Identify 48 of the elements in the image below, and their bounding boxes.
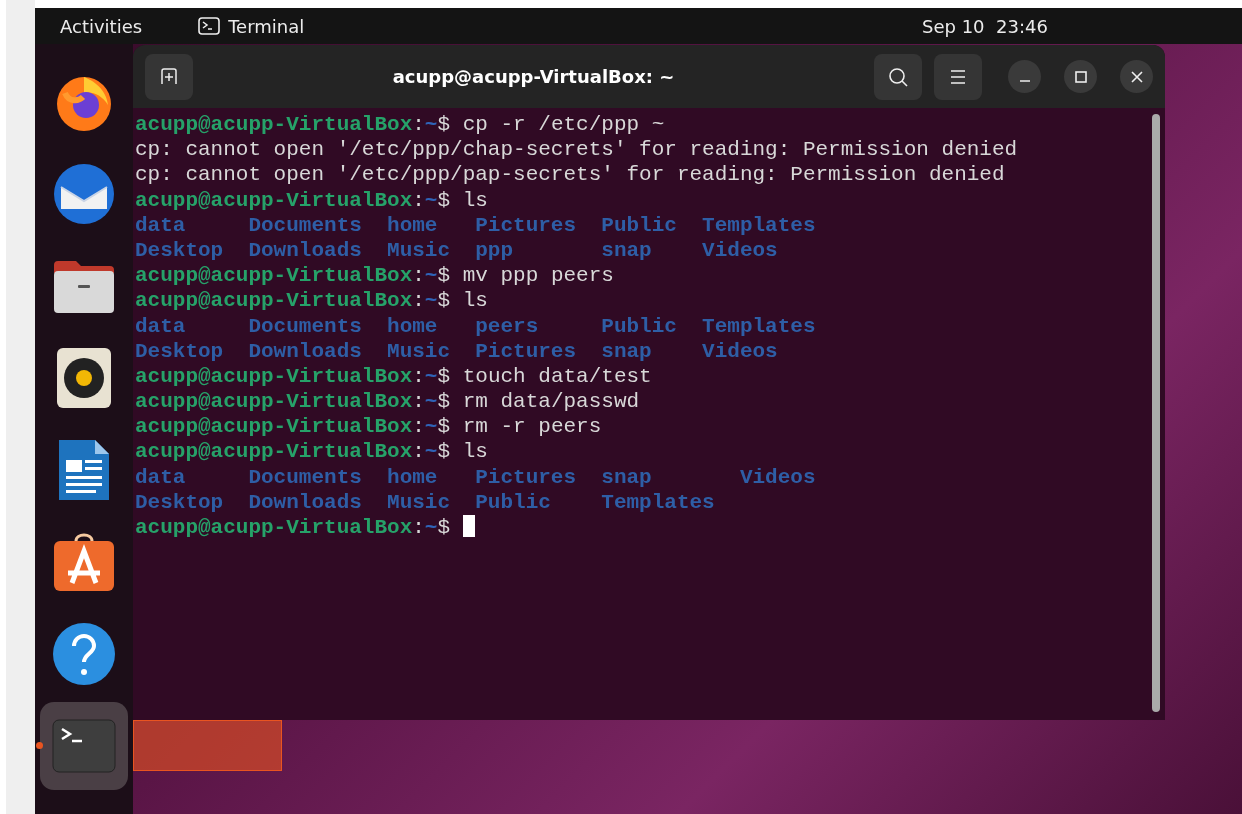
menu-icon	[949, 68, 967, 85]
close-button[interactable]	[1120, 60, 1153, 93]
help-app-icon[interactable]	[52, 622, 116, 686]
command-text: touch data/test	[462, 364, 652, 388]
directory-listing: Desktop Downloads Music Pictures snap Videos	[135, 339, 778, 363]
command-text: mv ppp peers	[462, 264, 614, 288]
directory-listing: data Documents home peers Public Templates	[135, 314, 816, 338]
directory-listing: Desktop Downloads Music ppp snap Videos	[135, 238, 778, 262]
clock[interactable]: Sep 10 23:46	[922, 12, 1048, 40]
shell-prompt: acupp@acupp-VirtualBox:~$	[135, 415, 451, 439]
output-text: cp: cannot open '/etc/ppp/pap-secrets' for reading: Permission denied	[135, 163, 1005, 187]
document-app-icon[interactable]	[57, 438, 111, 502]
menu-button[interactable]	[934, 53, 982, 100]
music-app-icon[interactable]	[56, 347, 112, 409]
command-text: ls	[462, 440, 488, 464]
maximize-button[interactable]	[1064, 60, 1097, 93]
store-app-icon[interactable]	[52, 531, 116, 593]
shell-prompt: acupp@acupp-VirtualBox:~$	[135, 440, 451, 464]
scrollbar[interactable]	[1152, 114, 1160, 712]
directory-listing: Desktop Downloads Music Public Templates	[135, 490, 715, 514]
app-menu[interactable]: Terminal	[198, 12, 305, 40]
search-button[interactable]	[874, 53, 922, 100]
shell-prompt: acupp@acupp-VirtualBox:~$	[135, 364, 451, 388]
command-text: cp -r /etc/ppp ~	[462, 113, 665, 136]
command-text: ls	[462, 188, 488, 212]
close-icon	[1130, 70, 1143, 83]
shell-prompt: acupp@acupp-VirtualBox:~$	[135, 289, 451, 313]
shell-prompt: acupp@acupp-VirtualBox:~$	[135, 113, 451, 136]
terminal-icon	[198, 17, 221, 35]
maximize-icon	[1074, 70, 1087, 83]
mail-app-icon[interactable]	[51, 161, 117, 227]
activities-button[interactable]: Activities	[60, 12, 143, 40]
window-title: acupp@acupp-VirtualBox: ~	[391, 65, 676, 89]
search-icon	[887, 65, 909, 88]
terminal-app-icon[interactable]	[52, 719, 116, 773]
new-tab-button[interactable]	[145, 53, 193, 100]
shell-prompt: acupp@acupp-VirtualBox:~$	[135, 390, 451, 414]
shell-prompt: acupp@acupp-VirtualBox:~$	[135, 264, 451, 288]
shell-prompt: acupp@acupp-VirtualBox:~$	[135, 188, 451, 212]
shell-prompt: acupp@acupp-VirtualBox:~$	[135, 516, 451, 539]
output-text: cp: cannot open '/etc/ppp/chap-secrets' for reading: Permission denied	[135, 138, 1018, 162]
new-tab-icon	[159, 66, 179, 87]
command-text: rm data/passwd	[462, 390, 640, 414]
command-text: ls	[462, 289, 488, 313]
command-text: rm -r peers	[462, 415, 602, 439]
minimize-icon	[1018, 79, 1031, 82]
directory-listing: data Documents home Pictures Public Templates	[135, 213, 816, 237]
directory-listing: data Documents home Pictures snap Videos	[135, 465, 816, 489]
